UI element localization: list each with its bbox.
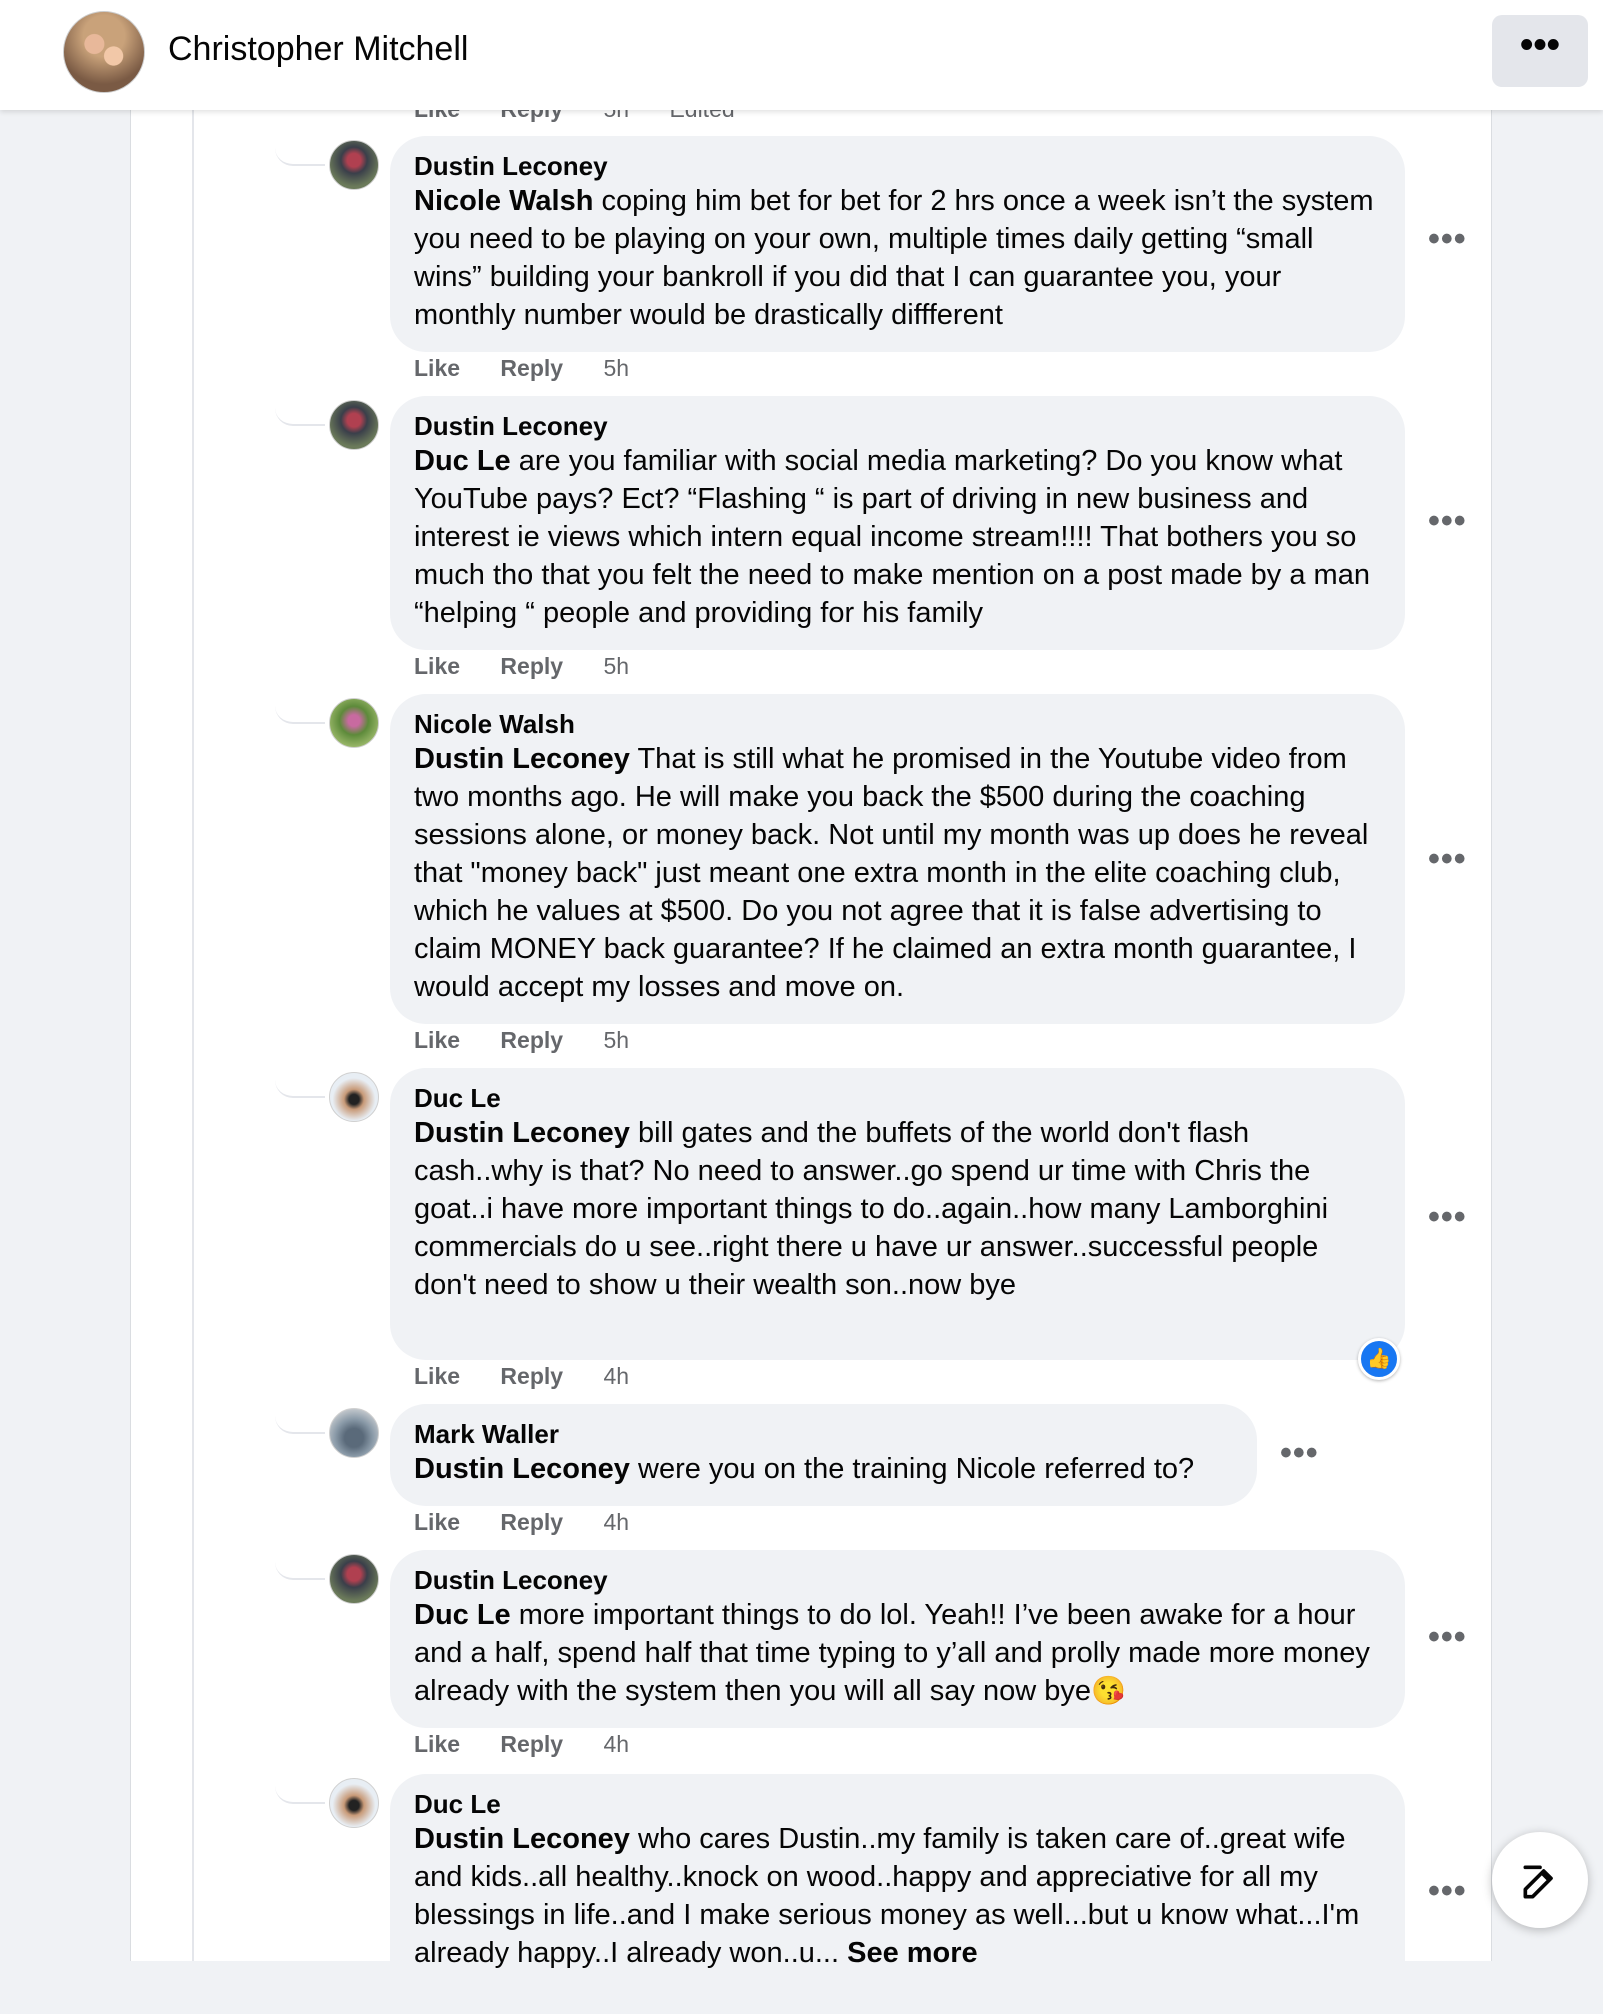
more-icon[interactable]: ••• (1492, 15, 1588, 87)
thread-branch (275, 138, 325, 166)
avatar[interactable] (329, 1072, 379, 1122)
comment-actions: Like Reply 5h (414, 355, 663, 382)
more-icon[interactable]: ••• (1428, 1198, 1467, 1237)
profile-avatar[interactable] (63, 11, 145, 93)
comment-time[interactable]: 5h (603, 355, 629, 381)
like-button[interactable]: Like (414, 653, 460, 679)
comment-actions: Like Reply 5h (414, 1027, 663, 1054)
reply-button[interactable]: Reply (500, 355, 563, 381)
like-button[interactable]: Like (414, 1027, 460, 1053)
comment-time[interactable]: 5h (603, 653, 629, 679)
avatar[interactable] (329, 400, 379, 450)
mention-link[interactable]: Dustin Leconey (414, 1453, 630, 1485)
comment-text: Dustin Leconey That is still what he pro… (414, 740, 1381, 1006)
thread-branch (275, 1552, 325, 1580)
comment-body: That is still what he promised in the Yo… (414, 743, 1369, 1003)
avatar[interactable] (329, 1554, 379, 1604)
reply-button[interactable]: Reply (500, 1731, 563, 1757)
comment-bubble: Duc Le Dustin Leconey bill gates and the… (390, 1068, 1405, 1360)
mention-link[interactable]: Dustin Leconey (414, 1117, 630, 1149)
more-icon[interactable]: ••• (1428, 502, 1467, 541)
avatar[interactable] (329, 1408, 379, 1458)
more-icon[interactable]: ••• (1428, 220, 1467, 259)
comment-bubble: Dustin Leconey Duc Le more important thi… (390, 1550, 1405, 1728)
comment-author[interactable]: Nicole Walsh (414, 708, 1381, 740)
comment-bubble: Dustin Leconey Nicole Walsh coping him b… (390, 136, 1405, 352)
comment-text: Dustin Leconey who cares Dustin..my fami… (414, 1820, 1381, 1972)
thread-branch (275, 1070, 325, 1098)
comment-body: were you on the training Nicole referred… (629, 1453, 1195, 1485)
comment-author[interactable]: Duc Le (414, 1788, 1381, 1820)
mention-link[interactable]: Duc Le (414, 445, 511, 477)
mention-link[interactable]: Duc Le (414, 1599, 511, 1631)
comment-text: Duc Le are you familiar with social medi… (414, 442, 1381, 632)
comment-actions: Like Reply 5h (414, 653, 663, 680)
comment-text: Duc Le more important things to do lol. … (414, 1596, 1381, 1710)
like-button[interactable]: Like (414, 1509, 460, 1535)
comment-bubble: Mark Waller Dustin Leconey were you on t… (390, 1404, 1257, 1506)
comment-actions: Like Reply 4h (414, 1363, 663, 1390)
reply-button[interactable]: Reply (500, 653, 563, 679)
comment-time[interactable]: 4h (603, 1731, 629, 1757)
comment-actions: Like Reply 4h (414, 1731, 663, 1758)
comment-time[interactable]: 4h (603, 1363, 629, 1389)
avatar[interactable] (329, 1778, 379, 1828)
see-more-link[interactable]: See more (847, 1937, 978, 1969)
compose-icon[interactable] (1492, 1832, 1588, 1928)
comment-author[interactable]: Duc Le (414, 1082, 1381, 1114)
thread-branch (275, 398, 325, 426)
page-header: Christopher Mitchell ••• (0, 0, 1603, 110)
comment-body: are you familiar with social media marke… (414, 445, 1370, 629)
more-icon[interactable]: ••• (1428, 840, 1467, 879)
like-button[interactable]: Like (414, 1731, 460, 1757)
like-button[interactable]: Like (414, 1363, 460, 1389)
kiss-emoji: 😘 (1090, 1675, 1126, 1706)
comment-author[interactable]: Dustin Leconey (414, 150, 1381, 182)
page-title[interactable]: Christopher Mitchell (168, 30, 468, 69)
comment-body: more important things to do lol. Yeah!! … (414, 1599, 1370, 1707)
mention-link[interactable]: Nicole Walsh (414, 185, 593, 217)
comment-text: Dustin Leconey were you on the training … (414, 1450, 1233, 1488)
thread-branch (275, 696, 325, 724)
comment-text: Nicole Walsh coping him bet for bet for … (414, 182, 1381, 334)
more-icon[interactable]: ••• (1428, 1618, 1467, 1657)
thread-line (192, 110, 194, 1961)
avatar[interactable] (329, 140, 379, 190)
more-icon[interactable]: ••• (1280, 1434, 1319, 1473)
comment-author[interactable]: Dustin Leconey (414, 1564, 1381, 1596)
thumbs-up-icon[interactable]: 👍 (1358, 1338, 1400, 1380)
mention-link[interactable]: Dustin Leconey (414, 743, 630, 775)
reply-button[interactable]: Reply (500, 1509, 563, 1535)
reply-button[interactable]: Reply (500, 1027, 563, 1053)
comment-actions: Like Reply 4h (414, 1509, 663, 1536)
like-button[interactable]: Like (414, 355, 460, 381)
comment-time[interactable]: 4h (603, 1509, 629, 1535)
comment-bubble: Dustin Leconey Duc Le are you familiar w… (390, 396, 1405, 650)
more-icon[interactable]: ••• (1428, 1872, 1467, 1911)
comment-author[interactable]: Dustin Leconey (414, 410, 1381, 442)
comment-author[interactable]: Mark Waller (414, 1418, 1233, 1450)
thread-branch (275, 1776, 325, 1804)
comment-bubble: Nicole Walsh Dustin Leconey That is stil… (390, 694, 1405, 1024)
avatar[interactable] (329, 698, 379, 748)
reply-button[interactable]: Reply (500, 1363, 563, 1389)
mention-link[interactable]: Dustin Leconey (414, 1823, 630, 1855)
comment-bubble: Duc Le Dustin Leconey who cares Dustin..… (390, 1774, 1405, 2014)
comment-text: Dustin Leconey bill gates and the buffet… (414, 1114, 1381, 1304)
comment-time[interactable]: 5h (603, 1027, 629, 1053)
thread-branch (275, 1406, 325, 1434)
